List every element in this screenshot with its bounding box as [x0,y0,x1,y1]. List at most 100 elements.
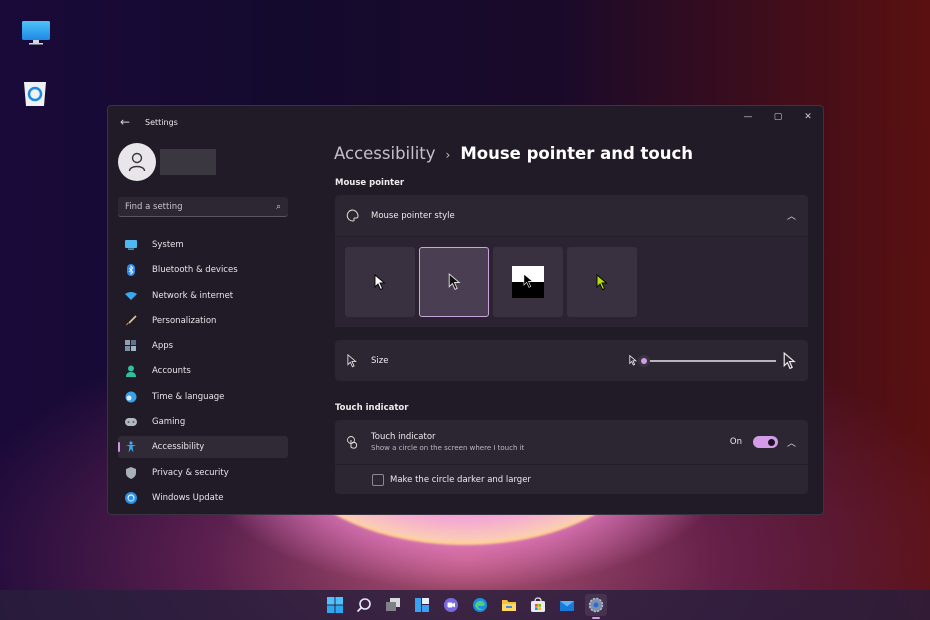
page-title: Mouse pointer and touch [460,144,694,163]
edge-icon [472,598,487,612]
sidebar-item-windows-update[interactable]: Windows Update [118,487,288,509]
cursor-black-icon [448,273,461,291]
store-icon [530,597,545,612]
close-button[interactable]: ✕ [793,106,823,128]
file-explorer-icon [501,600,516,611]
pointer-style-custom[interactable] [567,247,637,317]
search-icon[interactable]: ⌕ [276,202,281,212]
arrow-left-icon: ← [119,115,131,129]
globe-clock-icon [125,391,137,403]
nav-list: System Bluetooth & devices Network & int… [118,234,288,512]
start-button[interactable] [324,594,346,616]
task-view-button[interactable] [382,594,404,616]
back-button[interactable]: ← [117,114,133,130]
sidebar-item-gaming[interactable]: Gaming [118,411,288,433]
search-icon [356,598,371,613]
this-pc-icon[interactable] [20,18,60,58]
recycle-bin-icon[interactable] [20,78,60,118]
widgets-icon [414,598,429,612]
breadcrumb: Accessibility › Mouse pointer and touch [334,144,693,163]
sidebar-item-accessibility[interactable]: Accessibility [118,436,288,459]
teams-chat-button[interactable] [440,594,462,616]
wifi-icon [125,290,137,302]
touch-indicator-label: Touch indicator [371,432,436,442]
apps-icon [125,340,137,352]
settings-taskbar-button[interactable] [584,594,607,619]
darker-circle-checkbox[interactable] [372,473,384,486]
section-mouse-pointer: Mouse pointer [335,178,405,188]
shield-icon [125,466,137,479]
settings-window: ← Settings — ▢ ✕ Find a setting ⌕ System… [107,105,824,515]
minimize-button[interactable]: — [733,106,763,128]
pointer-style-options [335,236,808,327]
pointer-style-black[interactable] [419,247,489,317]
start-icon [326,597,343,613]
maximize-icon: ▢ [773,112,783,122]
touch-indicator-header[interactable]: Touch indicator Show a circle on the scr… [335,420,808,464]
sidebar-item-accounts[interactable]: Accounts [118,360,288,382]
system-icon [125,239,137,251]
touch-indicator-description: Show a circle on the screen where I touc… [371,444,525,452]
palette-icon [345,209,359,223]
teams-chat-icon [443,598,458,612]
cursor-inverted-icon [523,273,534,288]
file-explorer-button[interactable] [498,594,520,616]
main-content: Accessibility › Mouse pointer and touch … [334,138,808,514]
accounts-icon [125,365,137,378]
mouse-pointer-style-header[interactable]: Mouse pointer style ︿ [335,195,808,236]
sidebar-item-bluetooth[interactable]: Bluetooth & devices [118,259,288,281]
sidebar-item-time-language[interactable]: Time & language [118,386,288,408]
mail-icon [559,601,574,611]
store-button[interactable] [527,594,549,616]
nav-label: Bluetooth & devices [152,265,238,276]
settings-icon [588,597,603,613]
pointer-style-inverted[interactable] [493,247,563,317]
toggle-state-label: On [729,437,742,447]
brush-icon [125,315,137,327]
sidebar: Find a setting ⌕ System Bluetooth & devi… [108,138,298,514]
nav-label: Network & internet [152,290,234,301]
taskbar-search-button[interactable] [353,594,375,616]
breadcrumb-parent[interactable]: Accessibility [334,144,436,163]
touch-indicator-toggle[interactable] [752,436,778,448]
close-icon: ✕ [804,112,812,122]
nav-label: Apps [152,341,174,352]
darker-circle-row: Make the circle darker and larger [335,464,808,494]
breadcrumb-separator: › [445,148,451,162]
accessibility-icon [125,441,137,453]
large-cursor-icon [783,351,796,369]
sidebar-item-network[interactable]: Network & internet [118,285,288,307]
mail-button[interactable] [556,594,578,616]
slider-track[interactable] [638,354,776,367]
maximize-button[interactable]: ▢ [763,106,793,128]
edge-button[interactable] [469,594,491,616]
size-slider[interactable] [629,351,796,370]
cursor-size-icon [345,353,359,368]
chevron-up-icon[interactable]: ︿ [787,436,796,449]
sidebar-item-system[interactable]: System [118,234,288,256]
widgets-button[interactable] [411,594,433,616]
cursor-white-icon [374,273,386,290]
nav-label: System [152,240,184,250]
touch-indicator-card: Touch indicator Show a circle on the scr… [335,420,808,494]
size-label: Size [371,355,389,366]
person-icon [128,152,146,172]
cursor-custom-icon [596,273,608,290]
taskbar [0,590,930,620]
chevron-up-icon[interactable]: ︿ [787,209,796,222]
inverted-preview [512,266,544,298]
mouse-pointer-style-card: Mouse pointer style ︿ [335,195,808,327]
darker-circle-label[interactable]: Make the circle darker and larger [390,475,531,485]
nav-label: Personalization [152,315,217,326]
nav-label: Accessibility [152,442,205,453]
bluetooth-icon [125,264,137,277]
slider-thumb[interactable] [638,354,650,367]
minimize-icon: — [743,112,753,122]
avatar[interactable] [118,143,156,181]
sidebar-item-personalization[interactable]: Personalization [118,310,288,332]
sidebar-item-apps[interactable]: Apps [118,335,288,357]
nav-label: Time & language [152,391,225,402]
sidebar-item-privacy[interactable]: Privacy & security [118,462,288,484]
pointer-style-white[interactable] [345,247,415,317]
search-input[interactable]: Find a setting ⌕ [118,197,288,217]
